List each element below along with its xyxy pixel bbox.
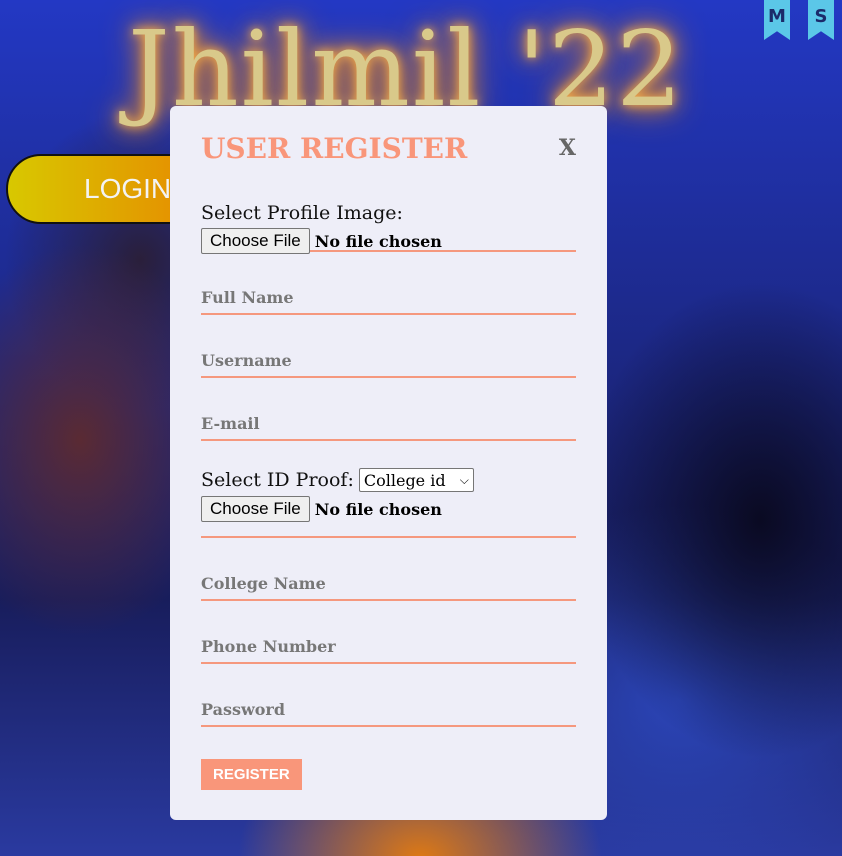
profile-image-label: Select Profile Image: — [201, 202, 403, 224]
id-proof-choose-file-button[interactable]: Choose File — [201, 496, 310, 522]
id-proof-label: Select ID Proof: — [201, 469, 354, 491]
login-button-label: LOGIN — [84, 173, 172, 204]
college-name-field — [201, 541, 576, 601]
email-field — [201, 381, 576, 441]
id-proof-file-status: No file chosen — [314, 499, 442, 519]
register-button[interactable]: REGISTER — [201, 759, 302, 790]
username-input[interactable] — [201, 351, 576, 376]
password-input[interactable] — [201, 700, 576, 725]
id-proof-selected-value: College id — [363, 470, 446, 490]
phone-number-input[interactable] — [201, 637, 576, 662]
password-field — [201, 667, 576, 727]
full-name-input[interactable] — [201, 288, 576, 313]
profile-image-choose-file-button[interactable]: Choose File — [201, 228, 310, 254]
profile-image-field: Select Profile Image: Choose File No fil… — [201, 166, 576, 254]
bunting-flag: M — [764, 0, 790, 40]
phone-number-field — [201, 604, 576, 664]
bunting-flag: S — [808, 0, 834, 40]
modal-title: USER REGISTER — [201, 131, 468, 165]
username-field — [201, 318, 576, 378]
chevron-down-icon: ⌵ — [459, 472, 469, 487]
id-proof-select[interactable]: College id ⌵ — [358, 468, 474, 492]
profile-image-file-status: No file chosen — [314, 231, 442, 251]
email-input[interactable] — [201, 414, 576, 439]
modal-header: USER REGISTER X — [201, 130, 576, 166]
college-name-input[interactable] — [201, 574, 576, 599]
full-name-field — [201, 255, 576, 315]
register-modal: USER REGISTER X Select Profile Image: Ch… — [170, 106, 607, 820]
close-button[interactable]: X — [559, 135, 576, 161]
id-proof-field: Select ID Proof: College id ⌵ Choose Fil… — [201, 444, 576, 538]
